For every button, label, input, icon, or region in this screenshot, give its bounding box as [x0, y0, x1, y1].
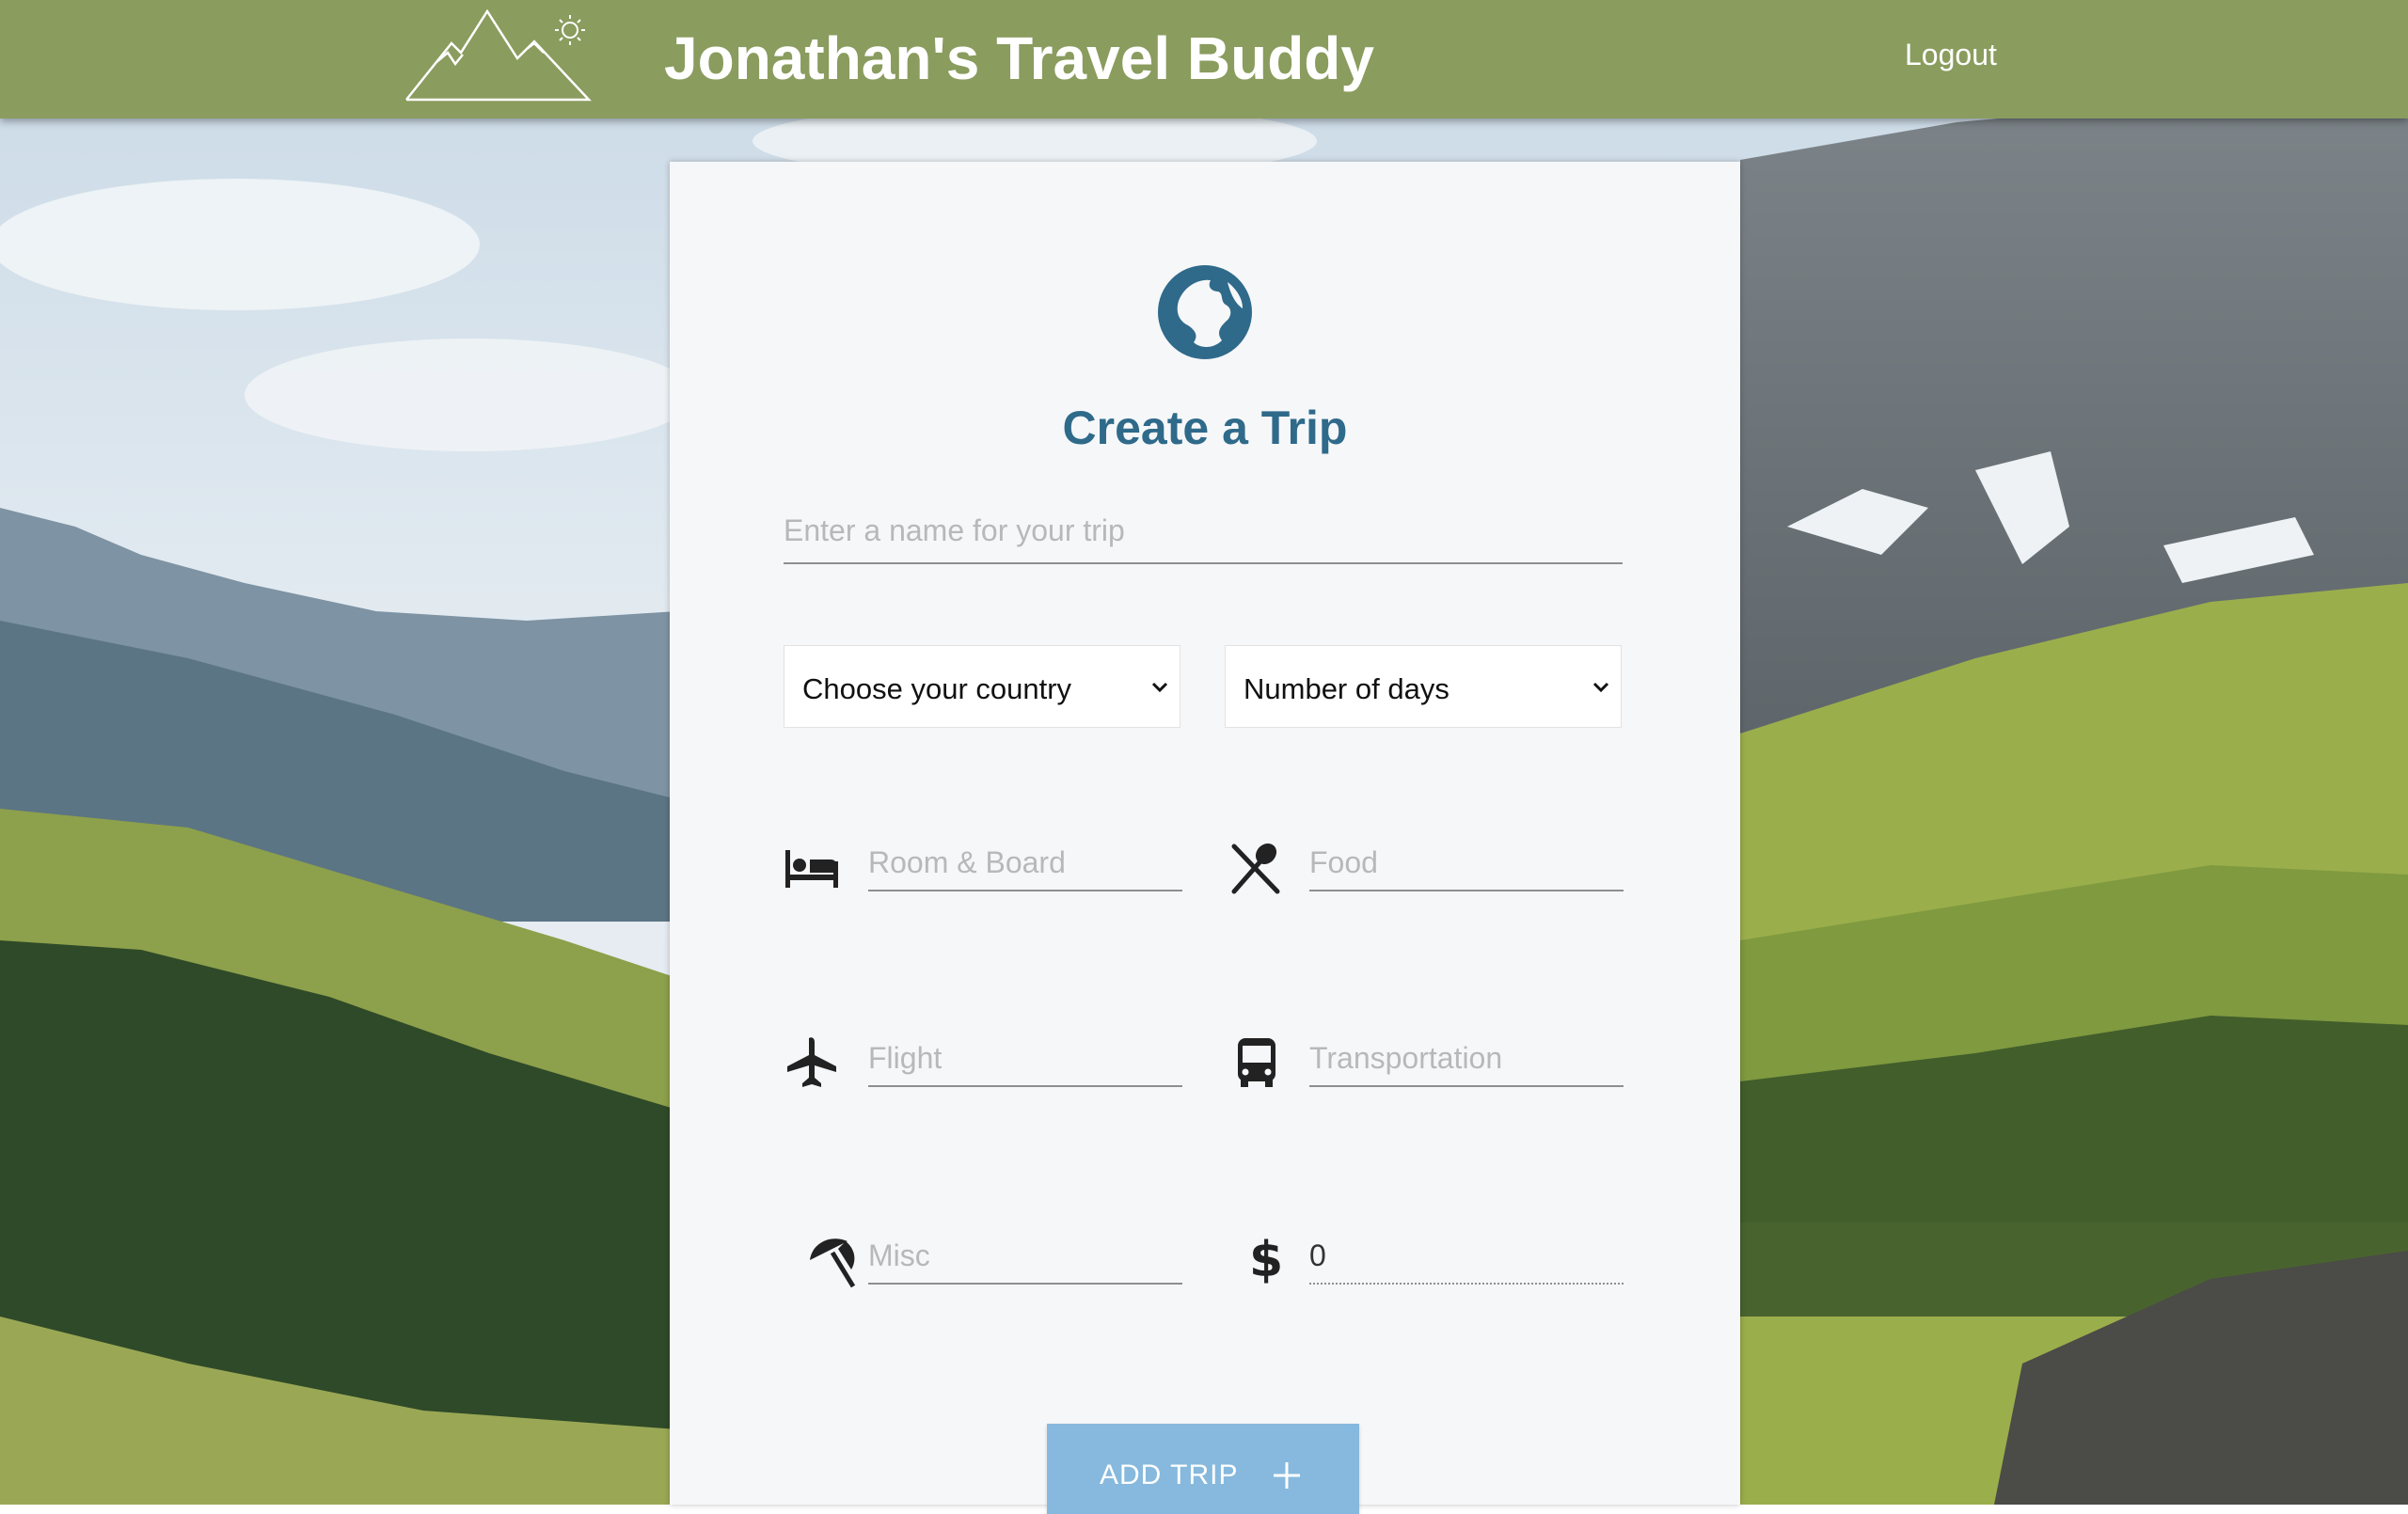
bus-icon: [1238, 1038, 1275, 1087]
trip-name-input[interactable]: [784, 498, 1623, 564]
app-title: Jonathan's Travel Buddy: [664, 24, 1374, 92]
mountain-logo-icon: [405, 9, 592, 102]
food-input[interactable]: [1309, 835, 1624, 891]
flight-input[interactable]: [868, 1031, 1182, 1087]
days-select[interactable]: Number of days: [1225, 645, 1622, 728]
dollar-icon: $: [1249, 1232, 1284, 1288]
country-select[interactable]: Choose your country: [784, 645, 1180, 728]
room-board-input[interactable]: [868, 835, 1182, 891]
top-navbar: Jonathan's Travel Buddy Logout: [0, 0, 2408, 118]
days-select-value: Number of days: [1244, 672, 1450, 705]
country-select-value: Choose your country: [802, 672, 1072, 705]
umbrella-beach-icon: [810, 1238, 856, 1288]
chevron-down-icon: [1592, 682, 1609, 693]
transportation-input[interactable]: [1309, 1031, 1624, 1087]
create-trip-card: Create a Trip Choose your country Number…: [670, 162, 1740, 1514]
plane-icon: [787, 1037, 836, 1087]
plus-icon: [1274, 1462, 1300, 1489]
logout-link[interactable]: Logout: [1905, 38, 1997, 72]
add-trip-button[interactable]: ADD TRIP: [1047, 1424, 1359, 1514]
card-title: Create a Trip: [1062, 402, 1348, 454]
misc-input[interactable]: [868, 1228, 1182, 1285]
bed-icon: [785, 850, 838, 888]
chevron-down-icon: [1151, 682, 1168, 693]
add-trip-label: ADD TRIP: [1100, 1459, 1239, 1490]
globe-icon: [1158, 265, 1252, 359]
utensils-icon: [1231, 843, 1280, 894]
total-cost-field: [1309, 1228, 1624, 1285]
